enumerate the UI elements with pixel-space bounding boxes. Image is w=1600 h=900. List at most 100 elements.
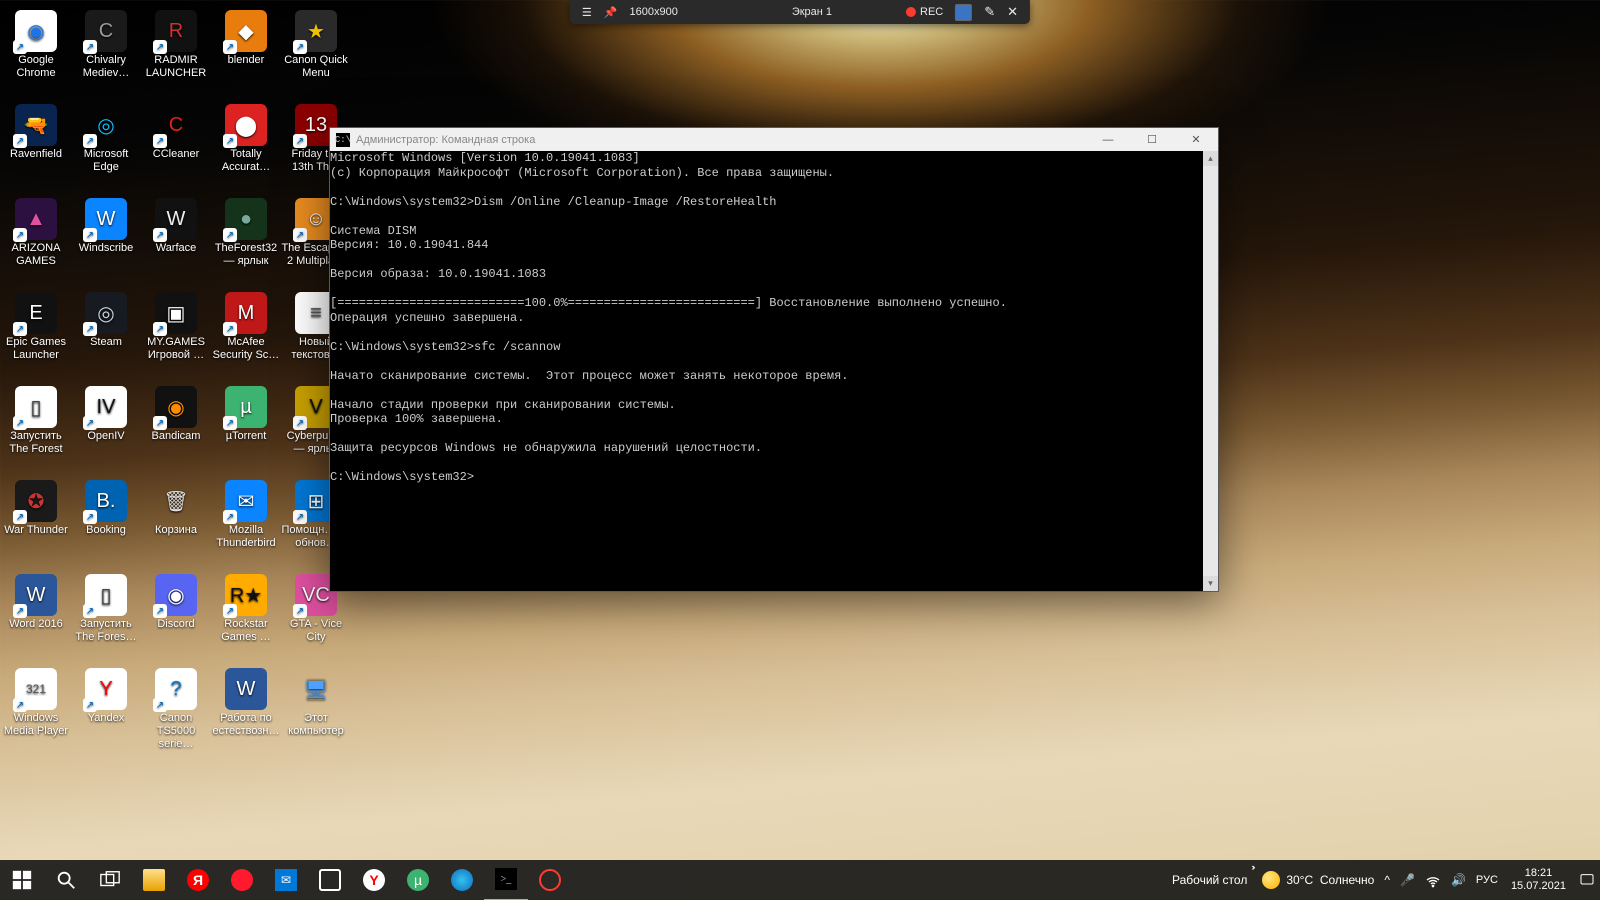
desktop-icon-arizona-games[interactable]: ▲↗ARIZONA GAMES: [0, 198, 72, 268]
screen-recorder-bar[interactable]: ☰ 📌 1600x900 Экран 1 REC ✎ ✕: [570, 0, 1030, 24]
shortcut-arrow-icon: ↗: [83, 510, 97, 524]
icon-label: McAfee Security Sc…: [210, 336, 282, 362]
icon-label: ARIZONA GAMES: [0, 242, 72, 268]
window-titlebar[interactable]: C:\ Администратор: Командная строка — ☐ …: [330, 128, 1218, 151]
yandex-icon: Y↗: [85, 668, 127, 710]
icon-label: Totally Accurat…: [210, 148, 282, 174]
desktop-icon-openiv[interactable]: IV↗OpenIV: [70, 386, 142, 443]
desktop-icon-recycle-bin[interactable]: 🗑Корзина: [140, 480, 212, 537]
clock[interactable]: 18:21 15.07.2021: [1503, 860, 1574, 900]
edge-button[interactable]: [440, 860, 484, 900]
scroll-down-icon[interactable]: ▾: [1203, 576, 1218, 591]
volume-icon[interactable]: 🔊: [1446, 860, 1471, 900]
discord-icon: ◉↗: [155, 574, 197, 616]
cmd-icon: C:\: [336, 133, 350, 147]
shortcut-arrow-icon: ↗: [153, 134, 167, 148]
screen-selector[interactable]: Экран 1: [786, 0, 838, 24]
desktop-icon-word-2016[interactable]: W↗Word 2016: [0, 574, 72, 631]
language-indicator[interactable]: РУС: [1471, 860, 1503, 900]
utorrent-button[interactable]: µ: [396, 860, 440, 900]
shortcut-arrow-icon: ↗: [83, 228, 97, 242]
desktop-icon-run-theforest[interactable]: ▯↗Запустить The Forest: [0, 386, 72, 456]
close-button[interactable]: ✕: [1174, 128, 1218, 151]
ravenfield-icon: 🔫↗: [15, 104, 57, 146]
task-view-button[interactable]: [88, 860, 132, 900]
desktop-icon-microsoft-edge[interactable]: ◎↗Microsoft Edge: [70, 104, 142, 174]
desktop-icon-run-theforest2[interactable]: ▯↗Запустить The Fores…: [70, 574, 142, 644]
desktop-icon-totally-accurate[interactable]: ⬤↗Totally Accurat…: [210, 104, 282, 174]
yandex-browser-button[interactable]: Y: [352, 860, 396, 900]
cmd-taskbar-button[interactable]: >_: [484, 859, 528, 900]
edit-icon[interactable]: ✎: [978, 0, 1001, 24]
desktop-icon-yandex[interactable]: Y↗Yandex: [70, 668, 142, 725]
desktop-icon-utorrent[interactable]: µ↗µTorrent: [210, 386, 282, 443]
command-prompt-window[interactable]: C:\ Администратор: Командная строка — ☐ …: [329, 127, 1219, 592]
notifications-button[interactable]: [1574, 860, 1600, 900]
yandex-button[interactable]: Я: [176, 860, 220, 900]
desktop-icon-mcafee[interactable]: M↗McAfee Security Sc…: [210, 292, 282, 362]
desktop-icon-wmp[interactable]: 321↗Windows Media Player: [0, 668, 72, 738]
shortcut-arrow-icon: ↗: [223, 40, 237, 54]
desktop-icon-rockstar[interactable]: R★↗Rockstar Games …: [210, 574, 282, 644]
record-button[interactable]: REC: [900, 0, 949, 24]
scroll-up-icon[interactable]: ▴: [1203, 151, 1218, 166]
shortcut-arrow-icon: ↗: [13, 134, 27, 148]
icon-label: Microsoft Edge: [70, 148, 142, 174]
desktop-icon-my-games[interactable]: ▣↗MY.GAMES Игровой …: [140, 292, 212, 362]
desktop-icon-discord[interactable]: ◉↗Discord: [140, 574, 212, 631]
desktop-icon-radmir-launcher[interactable]: R↗RADMIR LAUNCHER: [140, 10, 212, 80]
desktop-icon-windscribe[interactable]: W↗Windscribe: [70, 198, 142, 255]
network-icon[interactable]: [1420, 860, 1446, 900]
desktop-icon-theforest32[interactable]: ●↗TheForest32 — ярлык: [210, 198, 282, 268]
desktop-icon-ravenfield[interactable]: 🔫↗Ravenfield: [0, 104, 72, 161]
time-label: 18:21: [1525, 867, 1553, 880]
desktop-icon-ccleaner[interactable]: C↗CCleaner: [140, 104, 212, 161]
desktop-icon-steam[interactable]: ◎↗Steam: [70, 292, 142, 349]
tray-overflow-icon[interactable]: ^: [1379, 860, 1395, 900]
desktop-icon-bandicam[interactable]: ◉↗Bandicam: [140, 386, 212, 443]
desktop-icon-epic-games[interactable]: E↗Epic Games Launcher: [0, 292, 72, 362]
microphone-icon[interactable]: 🎤: [1395, 860, 1420, 900]
shortcut-arrow-icon: ↗: [83, 40, 97, 54]
desktop-icon-work-nature[interactable]: WРабота по естествозн…: [210, 668, 282, 738]
desktop-icon-this-pc[interactable]: 🖥Этот компьютер: [280, 668, 352, 738]
desktop-icon-google-chrome[interactable]: ◉↗Google Chrome: [0, 10, 72, 80]
maximize-button[interactable]: ☐: [1130, 128, 1174, 151]
icon-label: Bandicam: [152, 430, 201, 443]
opera-button[interactable]: [220, 860, 264, 900]
system-tray[interactable]: Рабочий стол›› 30°C Солнечно ^ 🎤 🔊 РУС 1…: [1162, 860, 1600, 900]
pin-icon[interactable]: 📌: [598, 0, 624, 24]
menu-icon[interactable]: ☰: [576, 0, 598, 24]
desktop-switcher[interactable]: Рабочий стол››: [1162, 860, 1257, 900]
minimize-button[interactable]: —: [1086, 128, 1130, 151]
google-chrome-icon: ◉↗: [15, 10, 57, 52]
search-button[interactable]: [44, 860, 88, 900]
warface-icon: W↗: [155, 198, 197, 240]
mail-button[interactable]: ✉: [264, 860, 308, 900]
desktop-icon-canon-ts5000[interactable]: ?↗Canon TS5000 serie…: [140, 668, 212, 751]
recorder-button[interactable]: [528, 860, 572, 900]
booking-icon: B.↗: [85, 480, 127, 522]
desktop-icon-warface[interactable]: W↗Warface: [140, 198, 212, 255]
shortcut-arrow-icon: ↗: [223, 416, 237, 430]
icon-label: TheForest32 — ярлык: [210, 242, 282, 268]
desktop-icon-chivalry[interactable]: C↗Chivalry Mediev…: [70, 10, 142, 80]
desktop-icon-blender[interactable]: ◆↗blender: [210, 10, 282, 67]
icon-label: RADMIR LAUNCHER: [140, 54, 212, 80]
weather-widget[interactable]: 30°C Солнечно: [1257, 860, 1379, 900]
windscribe-icon: W↗: [85, 198, 127, 240]
pause-button[interactable]: [949, 0, 978, 24]
close-bar-icon[interactable]: ✕: [1001, 0, 1024, 24]
terminal-output[interactable]: Microsoft Windows [Version 10.0.19041.10…: [330, 151, 1203, 591]
desktop-icon-war-thunder[interactable]: ✪↗War Thunder: [0, 480, 72, 537]
vertical-scrollbar[interactable]: ▴ ▾: [1203, 151, 1218, 591]
desktop-icon-canon-quick-menu[interactable]: ★↗Canon Quick Menu: [280, 10, 352, 80]
file-explorer-button[interactable]: [132, 860, 176, 900]
desktop-icon-booking[interactable]: B.↗Booking: [70, 480, 142, 537]
icon-label: Word 2016: [9, 618, 63, 631]
store-button[interactable]: [308, 860, 352, 900]
desktop-icon-thunderbird[interactable]: ✉↗Mozilla Thunderbird: [210, 480, 282, 550]
taskbar[interactable]: Я ✉ Y µ >_ Рабочий стол›› 30°C Солнечно …: [0, 860, 1600, 900]
start-button[interactable]: [0, 860, 44, 900]
epic-games-icon: E↗: [15, 292, 57, 334]
